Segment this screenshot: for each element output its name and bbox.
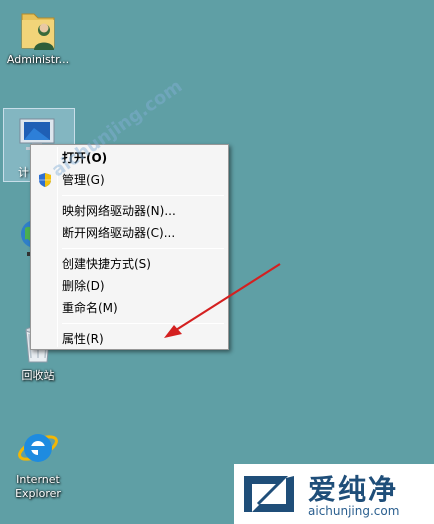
- watermark-logo: 爱纯净 aichunjing.com: [234, 464, 434, 524]
- watermark-title: 爱纯净: [308, 473, 399, 506]
- annotation-arrow: [164, 263, 281, 338]
- logo-mark-icon: [240, 470, 298, 518]
- watermark-url: aichunjing.com: [308, 504, 400, 518]
